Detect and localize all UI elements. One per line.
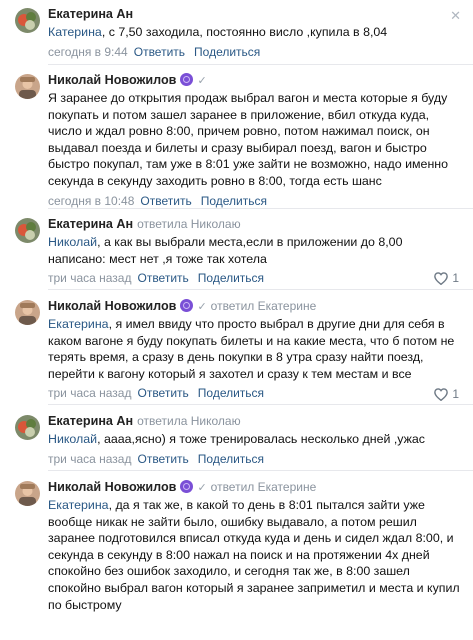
comment-text: Екатерина, да я так же, в какой то день … bbox=[48, 498, 460, 612]
comment-time[interactable]: три часа назад bbox=[48, 452, 131, 466]
reply-to-link[interactable]: ответила Николаю bbox=[137, 217, 240, 231]
share-button[interactable]: Поделиться bbox=[198, 386, 264, 400]
reply-button[interactable]: Ответить bbox=[134, 45, 185, 59]
comment-time[interactable]: сегодня в 9:44 bbox=[48, 45, 128, 59]
reply-to-link[interactable]: ответил Екатерине bbox=[211, 480, 317, 494]
like-button[interactable]: 1 bbox=[434, 387, 459, 401]
avatar[interactable] bbox=[15, 218, 40, 243]
comment-author[interactable]: Николай Новожилов bbox=[48, 299, 176, 313]
comment-meta: три часа назад Ответить Поделиться bbox=[48, 451, 461, 467]
avatar[interactable] bbox=[15, 300, 40, 325]
comment-text: Я заранее до открытия продаж выбрал ваго… bbox=[48, 91, 449, 188]
comment-meta: три часа назад Ответить Поделиться bbox=[48, 385, 461, 401]
comment-author[interactable]: Екатерина Ан bbox=[48, 414, 133, 428]
comment-text: Катерина, с 7,50 заходила, постоянно вис… bbox=[48, 25, 388, 39]
avatar[interactable] bbox=[15, 8, 40, 33]
comment-author[interactable]: Екатерина Ан bbox=[48, 7, 133, 21]
like-button[interactable]: 1 bbox=[434, 271, 459, 285]
comment-text: Николай, а как вы выбрали места,если в п… bbox=[48, 235, 403, 266]
share-button[interactable]: Поделиться bbox=[198, 271, 264, 285]
comment-meta: сегодня в 10:48 Ответить Поделиться bbox=[48, 193, 461, 209]
comment-time[interactable]: три часа назад bbox=[48, 271, 131, 285]
close-x-icon[interactable]: ✕ bbox=[450, 8, 461, 24]
like-count: 1 bbox=[452, 387, 459, 401]
verified-badge-icon bbox=[180, 73, 194, 86]
divider bbox=[48, 64, 473, 65]
mention-link[interactable]: Николай bbox=[48, 235, 97, 249]
comment-author[interactable]: Николай Новожилов bbox=[48, 480, 176, 494]
divider bbox=[48, 289, 473, 290]
reply-button[interactable]: Ответить bbox=[137, 386, 188, 400]
reply-button[interactable]: Ответить bbox=[137, 452, 188, 466]
checkmark-icon: ✓ bbox=[197, 301, 207, 313]
checkmark-icon: ✓ bbox=[197, 75, 207, 87]
share-button[interactable]: Поделиться bbox=[194, 45, 260, 59]
mention-link[interactable]: Екатерина bbox=[48, 498, 109, 512]
avatar[interactable] bbox=[15, 415, 40, 440]
mention-link[interactable]: Николай bbox=[48, 432, 97, 446]
reply-to-link[interactable]: ответил Екатерине bbox=[211, 299, 317, 313]
avatar[interactable] bbox=[15, 74, 40, 99]
comment-author[interactable]: Николай Новожилов bbox=[48, 73, 176, 87]
avatar[interactable] bbox=[15, 481, 40, 506]
divider bbox=[48, 208, 473, 209]
verified-badge-icon bbox=[180, 480, 194, 493]
reply-button[interactable]: Ответить bbox=[140, 194, 191, 208]
verified-badge-icon bbox=[180, 299, 194, 312]
divider bbox=[48, 404, 473, 405]
reply-to-link[interactable]: ответила Николаю bbox=[137, 414, 240, 428]
comment-time[interactable]: сегодня в 10:48 bbox=[48, 194, 134, 208]
comment-meta: три часа назад Ответить Поделиться bbox=[48, 270, 461, 286]
divider bbox=[48, 470, 473, 471]
comment-meta: сегодня в 9:44 Ответить Поделиться bbox=[48, 44, 461, 60]
comment-text: Екатерина, я имел ввиду что просто выбра… bbox=[48, 317, 455, 381]
mention-link[interactable]: Катерина bbox=[48, 25, 102, 39]
heart-icon bbox=[434, 387, 449, 401]
mention-link[interactable]: Екатерина bbox=[48, 317, 109, 331]
share-button[interactable]: Поделиться bbox=[198, 452, 264, 466]
reply-button[interactable]: Ответить bbox=[137, 271, 188, 285]
checkmark-icon: ✓ bbox=[197, 482, 207, 494]
share-button[interactable]: Поделиться bbox=[201, 194, 267, 208]
comment-time[interactable]: три часа назад bbox=[48, 386, 131, 400]
heart-icon bbox=[434, 271, 449, 285]
like-count: 1 bbox=[452, 271, 459, 285]
comment-text: Николай, аааа,ясно) я тоже тренировалась… bbox=[48, 432, 425, 446]
comment-author[interactable]: Екатерина Ан bbox=[48, 217, 133, 231]
